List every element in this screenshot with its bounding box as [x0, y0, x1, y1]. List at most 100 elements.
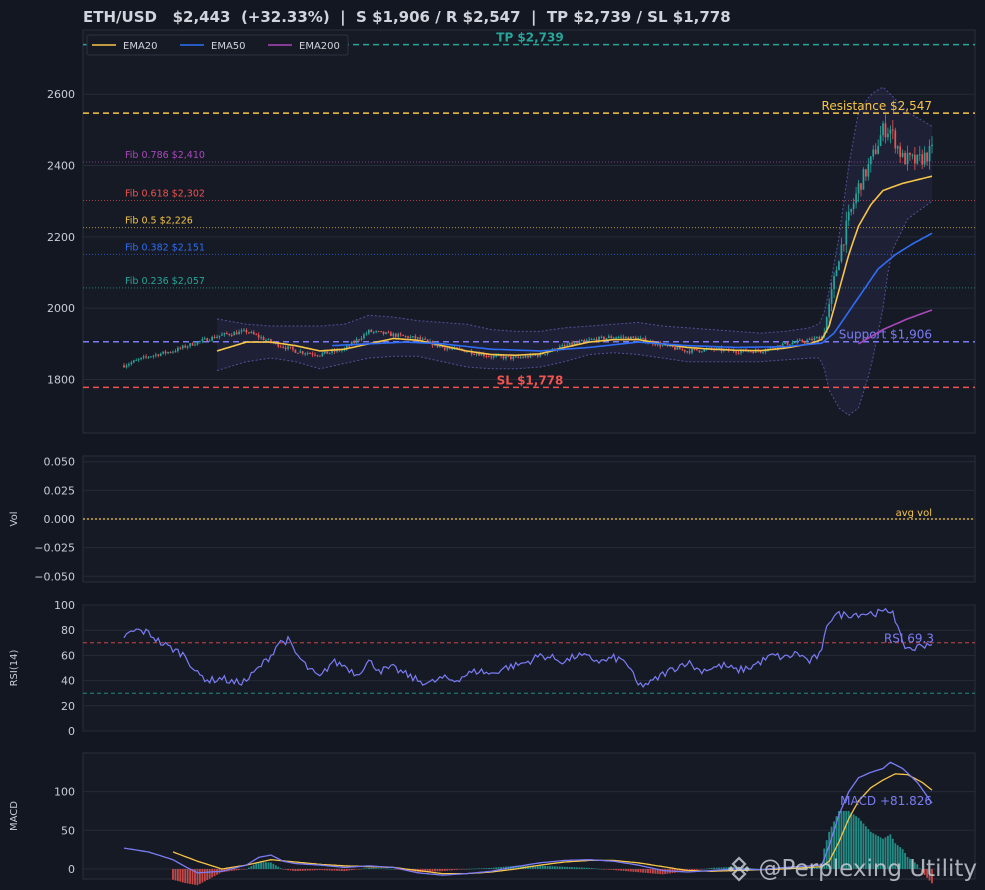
macd-histogram-bar: [235, 868, 238, 871]
candle-body: [693, 349, 696, 351]
macd-histogram-bar: [573, 867, 576, 869]
candle-body: [566, 344, 569, 346]
avg-vol-label: avg vol: [896, 508, 932, 519]
fib-level-label: Fib 0.236 $2,057: [125, 276, 205, 287]
candle-body: [424, 338, 427, 340]
macd-histogram-bar: [380, 868, 383, 870]
candle-body: [309, 353, 311, 355]
candle-body: [926, 152, 928, 162]
macd-histogram-bar: [460, 868, 463, 870]
macd-histogram-bar: [541, 865, 544, 869]
legend-label: EMA20: [123, 41, 158, 52]
candle-body: [749, 351, 752, 353]
candle-body: [255, 334, 258, 336]
candle-body: [299, 351, 302, 353]
price-ytick-label: 1800: [47, 374, 75, 387]
candle-body: [130, 362, 133, 365]
candle-body: [260, 337, 262, 339]
candle-body: [421, 338, 424, 340]
candle-body: [507, 356, 510, 358]
candle-body: [887, 133, 889, 138]
fib-level-label: Fib 0.786 $2,410: [125, 150, 205, 161]
macd-histogram-bar: [345, 868, 348, 871]
candle-body: [512, 356, 515, 359]
candle-body: [916, 154, 919, 164]
macd-histogram-bar: [336, 868, 338, 871]
candle-body: [811, 338, 813, 341]
candle-body: [284, 347, 287, 350]
candle-body: [248, 332, 250, 334]
candle-body: [360, 338, 363, 340]
candle-body: [238, 331, 240, 335]
macd-histogram-bar: [292, 868, 294, 871]
candle-body: [399, 333, 402, 335]
candle-body: [358, 339, 360, 341]
macd-histogram-bar: [247, 867, 250, 869]
macd-histogram-bar: [622, 868, 625, 871]
macd-histogram-bar: [620, 868, 622, 871]
candle-body: [306, 353, 309, 355]
macd-histogram-bar: [625, 868, 627, 872]
rsi-ytick-label: 0: [68, 725, 75, 738]
candle-body: [527, 355, 529, 358]
candle-body: [316, 355, 319, 357]
macd-histogram-bar: [394, 868, 397, 870]
macd-histogram-bar: [338, 868, 341, 871]
candle-body: [639, 337, 642, 339]
candle-body: [152, 355, 155, 357]
macd-histogram-bar: [294, 868, 297, 872]
candle-body: [803, 341, 806, 343]
rsi-ytick-label: 80: [61, 624, 75, 637]
candle-body: [289, 346, 292, 348]
macd-histogram-bar: [321, 868, 324, 871]
macd-histogram-bar: [642, 868, 644, 873]
candle-body: [603, 336, 605, 340]
candle-body: [478, 353, 480, 356]
candle-body: [390, 332, 392, 337]
candle-body: [838, 261, 840, 271]
macd-histogram-bar: [578, 867, 581, 869]
rsi-ylabel: RSI(14): [9, 650, 20, 687]
macd-histogram-bar: [196, 868, 199, 886]
macd-histogram-bar: [595, 868, 598, 870]
candle-body: [593, 339, 595, 341]
rsi-ytick-label: 40: [61, 675, 75, 688]
candle-body: [891, 129, 894, 131]
macd-histogram-bar: [602, 868, 605, 870]
macd-histogram-bar: [696, 868, 698, 870]
candle-body: [311, 353, 314, 355]
candle-body: [235, 332, 238, 335]
macd-histogram-bar: [588, 867, 591, 869]
candle-body: [203, 338, 206, 340]
macd-histogram-bar: [585, 867, 588, 869]
candle-body: [321, 353, 324, 356]
macd-histogram-bar: [708, 868, 711, 869]
candle-body: [622, 336, 625, 338]
tp-level-label: TP $2,739: [496, 31, 563, 45]
candle-body: [196, 341, 199, 345]
candle-body: [857, 183, 860, 194]
candle-body: [901, 152, 904, 157]
candle-body: [568, 342, 571, 345]
candle-body: [365, 333, 368, 335]
candle-body: [860, 183, 862, 190]
candle-body: [676, 346, 679, 350]
candle-body: [279, 346, 282, 348]
candle-body: [230, 334, 233, 336]
candle-body: [380, 331, 382, 333]
macd-histogram-bar: [448, 868, 451, 871]
macd-histogram-bar: [238, 868, 240, 870]
macd-histogram-bar: [255, 863, 258, 869]
candle-body: [610, 336, 613, 338]
candle-body: [233, 332, 236, 336]
macd-histogram-bar: [372, 868, 375, 869]
candle-body: [830, 289, 833, 304]
macd-histogram-bar: [632, 868, 635, 872]
candle-body: [847, 211, 850, 221]
candle-body: [157, 354, 160, 356]
macd-histogram-bar: [277, 866, 280, 869]
candle-body: [561, 345, 564, 347]
candle-body: [392, 333, 395, 337]
macd-histogram-bar: [172, 868, 174, 880]
volume-ytick-label: −0.025: [34, 542, 75, 555]
